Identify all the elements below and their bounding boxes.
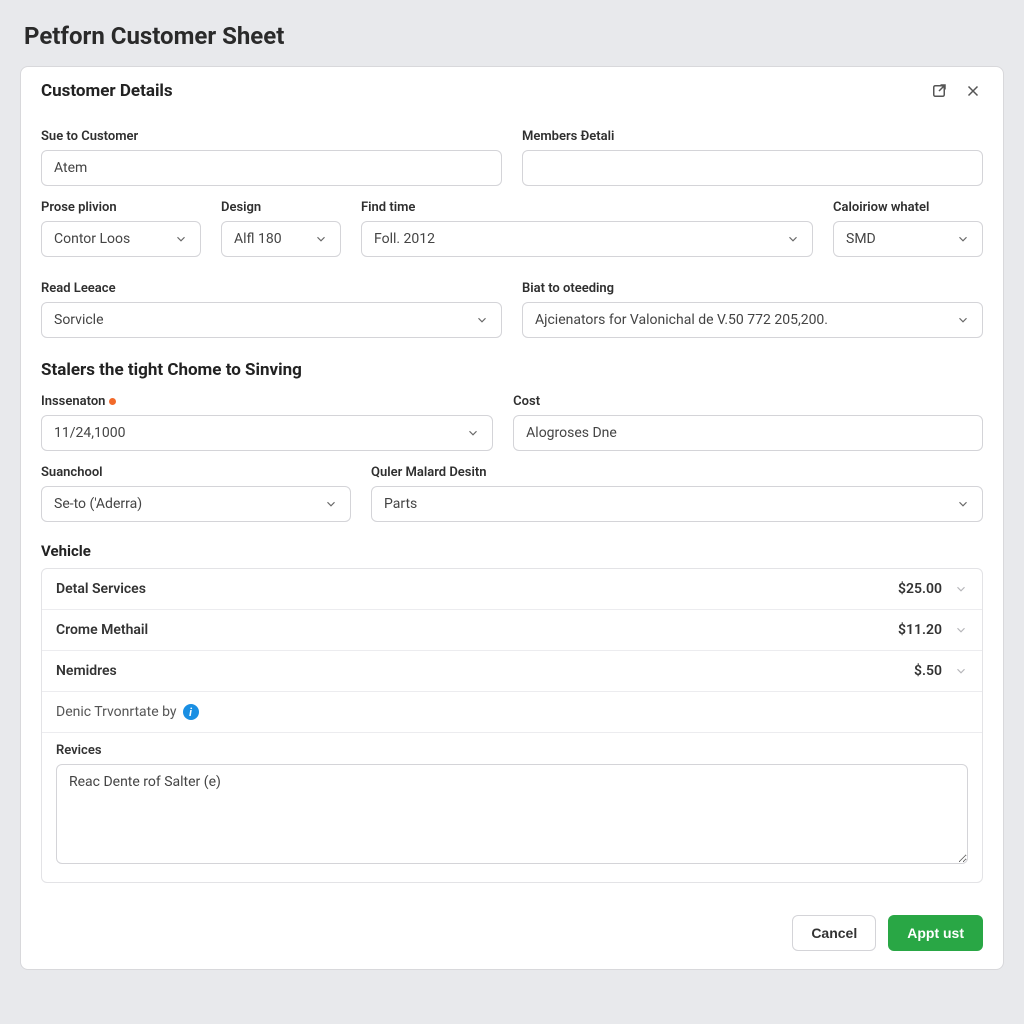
required-indicator-icon [109,398,116,405]
popout-icon[interactable] [929,81,949,101]
select-caloiriow-whatel-value: SMD [846,231,876,247]
input-cost[interactable] [513,415,983,451]
section-stalers-heading: Stalers the tight Chome to Sinving [41,360,983,380]
select-suanchool[interactable]: Se-to ('Aderra) [41,486,351,522]
list-item[interactable]: Nemidres $.50 [42,651,982,692]
label-find-time: Find time [361,200,813,215]
select-find-time-value: Foll. 2012 [374,231,435,247]
info-icon[interactable]: i [183,704,199,720]
list-item-price: $11.20 [898,622,942,638]
field-find-time: Find time Foll. 2012 [361,200,813,257]
chevron-down-icon [466,426,480,440]
field-cost: Cost [513,394,983,451]
chevron-down-icon [174,232,188,246]
chevron-down-icon [475,313,489,327]
field-prose-plivion: Prose plivion Contor Loos [41,200,201,257]
chevron-down-icon [956,313,970,327]
select-design[interactable]: Alfl 180 [221,221,341,257]
input-suo-customer[interactable] [41,150,502,186]
label-inssenaton-text: Inssenaton [41,394,105,409]
chevron-down-icon [954,582,968,596]
cancel-button[interactable]: Cancel [792,915,876,951]
select-caloiriow-whatel[interactable]: SMD [833,221,983,257]
label-suanchool: Suanchool [41,465,351,480]
label-design: Design [221,200,341,215]
customer-sheet: Customer Details Sue to Customer Members… [20,66,1004,970]
field-read-leeace: Read Leeace Sorvicle [41,281,502,338]
select-prose-plivion[interactable]: Contor Loos [41,221,201,257]
select-find-time[interactable]: Foll. 2012 [361,221,813,257]
select-read-leeace[interactable]: Sorvicle [41,302,502,338]
chevron-down-icon [324,497,338,511]
vehicle-note-row: Denic Trvonrtate by i [42,692,982,733]
field-inssenaton: Inssenaton 11/24,1000 [41,394,493,451]
list-item-price: $.50 [914,663,942,679]
chevron-down-icon [954,664,968,678]
revices-block: Revices [42,733,982,882]
list-item[interactable]: Detal Services $25.00 [42,569,982,610]
input-members[interactable] [522,150,983,186]
field-caloiriow-whatel: Caloiriow whatel SMD [833,200,983,257]
vehicle-list: Detal Services $25.00 Crome Methail $11.… [41,568,983,883]
label-quler: Quler Malard Desitn [371,465,983,480]
field-suanchool: Suanchool Se-to ('Aderra) [41,465,351,522]
field-suo-customer: Sue to Customer [41,129,502,186]
field-members: Members Đetali [522,129,983,186]
chevron-down-icon [954,623,968,637]
list-item-name: Detal Services [56,581,146,597]
select-quler-value: Parts [384,496,417,512]
select-biat-to[interactable]: Ajcienators for Valonichal de V.50 772 2… [522,302,983,338]
select-biat-to-value: Ajcienators for Valonichal de V.50 772 2… [535,312,828,328]
label-suo-customer: Sue to Customer [41,129,502,144]
select-read-leeace-value: Sorvicle [54,312,104,328]
sheet-title: Customer Details [41,81,173,101]
select-prose-plivion-value: Contor Loos [54,231,130,247]
vehicle-note-text: Denic Trvonrtate by [56,704,177,720]
chevron-down-icon [314,232,328,246]
field-quler: Quler Malard Desitn Parts [371,465,983,522]
revices-textarea[interactable] [56,764,968,864]
vehicle-heading: Vehicle [41,542,983,560]
submit-button[interactable]: Appt ust [888,915,983,951]
chevron-down-icon [786,232,800,246]
field-design: Design Alfl 180 [221,200,341,257]
select-inssenaton[interactable]: 11/24,1000 [41,415,493,451]
label-members: Members Đetali [522,129,983,144]
page-title: Petforn Customer Sheet [24,22,1004,50]
label-cost: Cost [513,394,983,409]
sheet-footer: Cancel Appt ust [21,901,1003,969]
chevron-down-icon [956,232,970,246]
select-quler[interactable]: Parts [371,486,983,522]
list-item-price: $25.00 [898,581,942,597]
chevron-down-icon [956,497,970,511]
header-actions [929,81,983,101]
list-item[interactable]: Crome Methail $11.20 [42,610,982,651]
label-prose-plivion: Prose plivion [41,200,201,215]
sheet-body: Sue to Customer Members Đetali Prose pli… [21,111,1003,901]
revices-label: Revices [56,743,968,758]
select-suanchool-value: Se-to ('Aderra) [54,496,142,512]
label-biat-to: Biat to oteeding [522,281,983,296]
select-design-value: Alfl 180 [234,231,282,247]
label-read-leeace: Read Leeace [41,281,502,296]
select-inssenaton-value: 11/24,1000 [54,425,125,441]
list-item-name: Nemidres [56,663,117,679]
close-icon[interactable] [963,81,983,101]
field-biat-to: Biat to oteeding Ajcienators for Valonic… [522,281,983,338]
label-inssenaton: Inssenaton [41,394,493,409]
sheet-header: Customer Details [21,67,1003,111]
list-item-name: Crome Methail [56,622,148,638]
label-caloiriow-whatel: Caloiriow whatel [833,200,983,215]
